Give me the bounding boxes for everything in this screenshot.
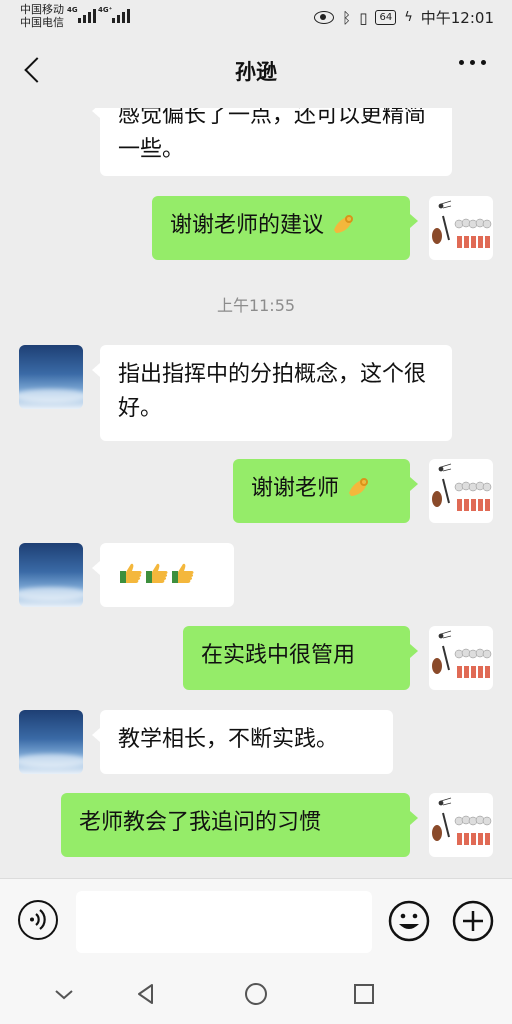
message-text: 指出指挥中的分拍概念，这个很好。 — [118, 362, 427, 421]
message-bubble[interactable]: 老师教会了我追问的习惯 — [61, 793, 418, 857]
plus-icon[interactable] — [452, 900, 494, 942]
carrier-2: 中国电信 — [20, 16, 64, 29]
message-text: 教学相长，不断实践。 — [118, 727, 339, 752]
avatar[interactable] — [19, 345, 83, 409]
message-bubble[interactable]: 谢谢老师 — [233, 459, 418, 523]
avatar[interactable] — [19, 710, 83, 774]
nav-collapse-icon[interactable] — [50, 980, 78, 1008]
chat-messages[interactable]: 感觉偏长了一点，还可以更精简一些。 谢谢老师的建议 上午11:55 指出指挥中的… — [0, 108, 512, 878]
input-bar — [0, 878, 512, 965]
message-text: 谢谢老师的建议 — [170, 213, 325, 238]
message-bubble[interactable]: 教学相长，不断实践。 — [92, 710, 393, 774]
thumbs-up-emoji — [172, 563, 194, 583]
chat-title: 孙逊 — [235, 60, 277, 84]
timestamp: 上午11:55 — [216, 296, 296, 315]
emoji-icon[interactable] — [388, 900, 430, 942]
voice-icon[interactable] — [18, 900, 58, 940]
ok-hand-emoji — [334, 215, 354, 233]
network-type-1: 4G — [67, 6, 78, 14]
message-text: 老师教会了我追问的习惯 — [79, 810, 322, 835]
avatar[interactable] — [429, 459, 493, 523]
carrier-1: 中国移动 — [20, 3, 64, 16]
system-nav-bar — [0, 964, 512, 1024]
status-bar: 中国移动 中国电信 4G 4G⁺ ᛒ ▯ 64 ϟ 中午12:01 — [0, 0, 512, 36]
message-bubble[interactable]: 在实践中很管用 — [183, 626, 418, 690]
battery-icon: 64 — [375, 10, 397, 25]
message-text: 谢谢老师 — [251, 476, 340, 501]
network-type-2: 4G⁺ — [98, 6, 113, 14]
more-dots-icon[interactable] — [459, 60, 486, 65]
message-bubble[interactable] — [92, 543, 234, 607]
avatar[interactable] — [429, 793, 493, 857]
status-icons: ᛒ ▯ 64 ϟ 中午12:01 — [314, 7, 494, 28]
ok-hand-emoji — [349, 478, 369, 496]
message-bubble[interactable]: 谢谢老师的建议 — [152, 196, 418, 260]
eye-comfort-icon — [314, 11, 335, 24]
signal-icon — [112, 7, 130, 23]
avatar[interactable] — [429, 626, 493, 690]
message-bubble[interactable]: 指出指挥中的分拍概念，这个很好。 — [92, 345, 452, 441]
status-time: 中午12:01 — [420, 9, 494, 27]
message-input[interactable] — [76, 891, 372, 953]
message-text: 在实践中很管用 — [201, 643, 356, 668]
bluetooth-icon: ᛒ — [342, 8, 352, 27]
avatar[interactable] — [19, 543, 83, 607]
nav-recent-icon[interactable] — [350, 980, 378, 1008]
signal-icon — [78, 7, 96, 23]
nav-home-icon[interactable] — [242, 980, 270, 1008]
thumbs-up-emoji — [146, 563, 168, 583]
nav-back-icon[interactable] — [132, 980, 160, 1008]
carrier-info: 中国移动 中国电信 — [20, 3, 64, 29]
chat-header: 孙逊 — [0, 36, 512, 108]
vibrate-icon: ▯ — [359, 8, 368, 27]
avatar[interactable] — [429, 196, 493, 260]
thumbs-up-emoji — [120, 563, 142, 583]
message-bubble[interactable]: 感觉偏长了一点，还可以更精简一些。 — [92, 108, 452, 176]
message-text: 感觉偏长了一点，还可以更精简一些。 — [118, 108, 427, 162]
charging-icon: ϟ — [404, 10, 413, 25]
